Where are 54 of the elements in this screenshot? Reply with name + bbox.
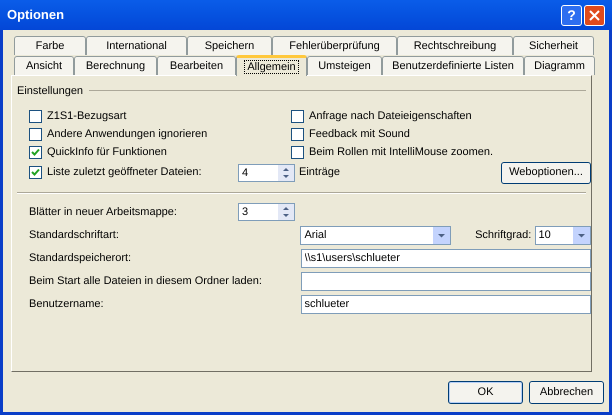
help-button[interactable]: ?	[561, 4, 582, 26]
tab[interactable]: Umsteigen	[307, 56, 382, 75]
checkbox[interactable]	[29, 110, 42, 123]
option-label[interactable]: Z1S1-Bezugsart	[47, 108, 126, 125]
tab[interactable]: Sicherheit	[513, 36, 594, 55]
tab[interactable]: Allgemein	[236, 55, 307, 76]
option-label[interactable]: Anfrage nach Dateieigenschaften	[309, 108, 472, 125]
field-label: Schriftgrad:	[475, 228, 532, 243]
group-title: Einstellungen	[17, 84, 84, 99]
spin-field[interactable]: 3	[238, 203, 295, 221]
spin-up-icon[interactable]	[278, 204, 294, 212]
tab[interactable]: Speichern	[187, 36, 272, 55]
checkbox[interactable]	[291, 110, 304, 123]
close-icon	[589, 10, 600, 20]
option-label[interactable]: Andere Anwendungen ignorieren	[47, 126, 208, 143]
checkbox[interactable]	[29, 146, 42, 159]
tab[interactable]: Bearbeiten	[157, 56, 236, 75]
tab[interactable]: Benutzerdefinierte Listen	[382, 56, 524, 75]
size-dropdown[interactable]: 10	[534, 226, 591, 244]
tab[interactable]: Ansicht	[14, 56, 74, 75]
checkmark-icon	[31, 148, 40, 157]
text-field[interactable]: \\s1\users\schlueter	[300, 248, 591, 268]
field-label: Benutzername:	[29, 296, 105, 312]
spin-up-icon[interactable]	[278, 164, 294, 172]
field-label: Standardspeicherort:	[29, 250, 132, 266]
text-field[interactable]: schlueter	[300, 294, 591, 314]
tab[interactable]: Farbe	[14, 36, 86, 55]
tab[interactable]: International	[86, 36, 187, 55]
tab[interactable]: Berechnung	[74, 56, 157, 75]
dialog-button[interactable]: Abbrechen	[529, 381, 604, 404]
font-dropdown[interactable]: Arial	[300, 226, 452, 244]
checkbox[interactable]	[291, 128, 304, 141]
unit-label: Einträge	[299, 165, 341, 180]
dialog-button[interactable]: OK	[448, 381, 523, 404]
checkbox[interactable]	[291, 146, 304, 159]
option-label[interactable]: Beim Rollen mit IntelliMouse zoomen.	[309, 144, 494, 161]
option-label[interactable]: Liste zuletzt geöffneter Dateien:	[47, 164, 202, 181]
checkbox[interactable]	[29, 166, 42, 179]
field-label: Standardschriftart:	[29, 228, 120, 243]
option-label[interactable]: Feedback mit Sound	[309, 126, 410, 143]
spin-down-icon[interactable]	[278, 212, 294, 220]
option-label[interactable]: QuickInfo für Funktionen	[47, 144, 167, 161]
tab[interactable]: Rechtschreibung	[397, 36, 513, 55]
window-title: Optionen	[7, 6, 66, 24]
checkmark-icon	[31, 168, 40, 177]
tab[interactable]: Fehlerüberprüfung	[272, 36, 397, 55]
tab[interactable]: Diagramm	[524, 56, 595, 75]
field-label: Blätter in neuer Arbeitsmappe:	[29, 204, 178, 220]
web-options-button[interactable]: Weboptionen...	[501, 162, 591, 184]
close-button[interactable]	[584, 4, 605, 26]
spin-field[interactable]: 4	[238, 164, 295, 182]
checkbox[interactable]	[29, 128, 42, 141]
field-label: Beim Start alle Dateien in diesem Ordner laden:	[29, 274, 263, 289]
text-field[interactable]	[300, 272, 591, 290]
